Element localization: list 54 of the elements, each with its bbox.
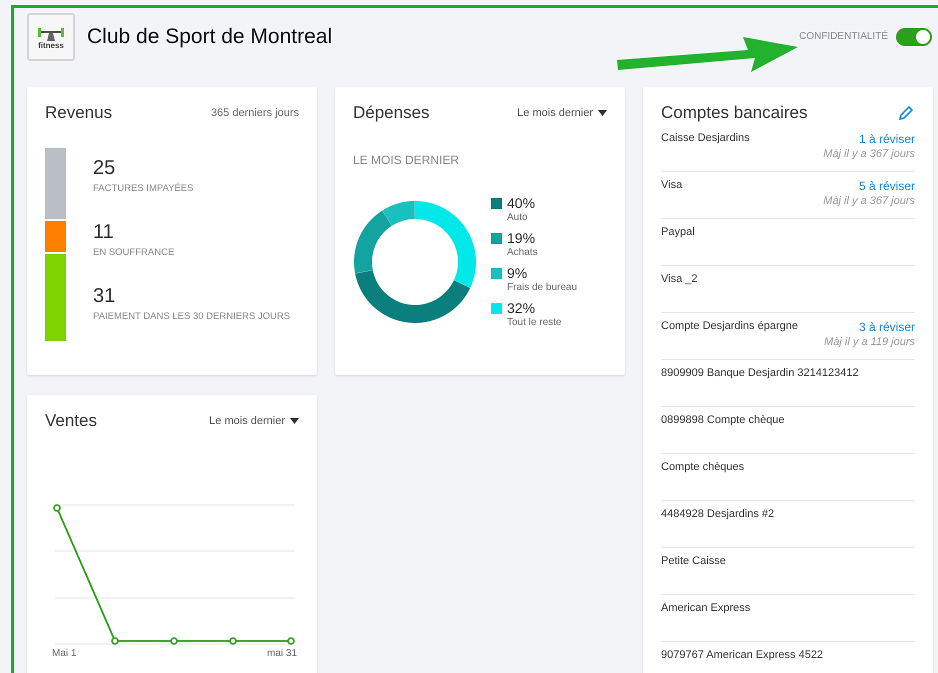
legend-value: 32%	[507, 300, 536, 316]
period-label: 365 derniers jours	[210, 107, 299, 119]
period-dropdown[interactable]: Le mois dernier	[517, 107, 607, 119]
revenue-label: FACTURES IMPAYÉES	[93, 183, 194, 194]
data-point	[111, 637, 119, 645]
card-title: Comptes bancaires	[661, 103, 808, 123]
data-point	[229, 637, 237, 645]
revenue-count: 11	[93, 221, 115, 244]
account-name[interactable]: Visa	[661, 179, 682, 191]
legend-value: 19%	[507, 230, 536, 246]
axis-label: Mai 1	[52, 648, 76, 659]
logo-text: fitness	[38, 42, 64, 50]
account-name[interactable]: Compte Desjardins épargne	[661, 320, 798, 332]
account-name[interactable]: Visa _2	[661, 273, 698, 285]
legend-value: 40%	[507, 195, 536, 211]
legend-value: 9%	[507, 265, 528, 281]
account-name[interactable]: 9079767 American Express 4522	[661, 649, 824, 661]
account-name[interactable]: 4484928 Desjardins #2	[661, 508, 774, 520]
legend-label: Auto	[507, 211, 529, 224]
revenue-label: EN SOUFFRANCE	[93, 247, 176, 258]
account-name[interactable]: Petite Caisse	[661, 555, 726, 567]
account-name[interactable]: Paypal	[661, 226, 695, 238]
legend-label: Achats	[507, 246, 538, 259]
caret-icon	[290, 418, 299, 424]
period-dropdown[interactable]: Le mois dernier	[209, 415, 299, 427]
account-name[interactable]: American Express	[661, 602, 750, 614]
review-link[interactable]: 5 à réviser	[858, 179, 915, 193]
update-time: Màj il y a 367 jours	[823, 195, 915, 207]
edit-icon[interactable]	[899, 106, 913, 120]
chart-subtitle: LE MOIS DERNIER	[353, 153, 460, 167]
review-link[interactable]: 3 à réviser	[858, 320, 915, 334]
revenue-label: PAIEMENT DANS LES 30 DERNIERS JOURS	[93, 311, 290, 322]
data-point	[287, 637, 295, 645]
privacy-label: CONFIDENTIALITÉ	[799, 31, 888, 42]
privacy-toggle[interactable]	[896, 28, 932, 46]
account-name[interactable]: 8909909 Banque Desjardin 3214123412	[661, 367, 859, 379]
account-name[interactable]: Caisse Desjardins	[661, 132, 750, 144]
legend-label: Tout le reste	[507, 316, 562, 329]
update-time: Màj il y a 367 jours	[823, 148, 915, 160]
account-name[interactable]: 0899898 Compte chèque	[661, 414, 785, 426]
account-name[interactable]: Compte chèques	[661, 461, 744, 473]
card-title: Revenus	[45, 103, 112, 123]
company-title: Club de Sport de Montreal	[87, 24, 332, 48]
data-point	[53, 504, 61, 512]
revenue-count: 25	[93, 157, 116, 180]
axis-label: mai 31	[266, 648, 297, 659]
data-point	[170, 637, 178, 645]
card-title: Dépenses	[353, 103, 430, 123]
revenue-count: 31	[93, 285, 116, 308]
review-link[interactable]: 1 à réviser	[858, 132, 915, 146]
legend-label: Frais de bureau	[507, 281, 578, 294]
card-title: Ventes	[45, 411, 97, 431]
caret-icon	[598, 110, 607, 116]
update-time: Màj il y a 119 jours	[824, 336, 915, 348]
